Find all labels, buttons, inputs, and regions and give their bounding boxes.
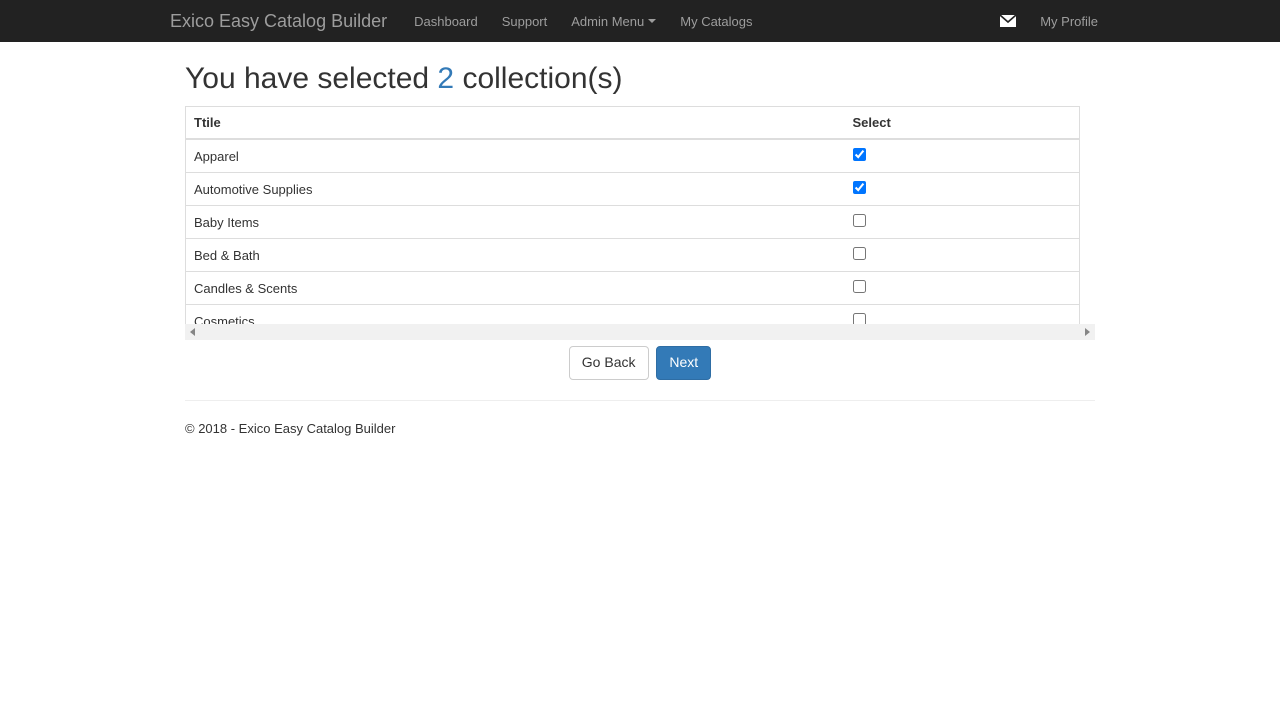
select-checkbox[interactable] bbox=[853, 214, 866, 227]
table-row: Cosmetics bbox=[186, 305, 1080, 325]
nav-support[interactable]: Support bbox=[490, 14, 560, 29]
envelope-icon bbox=[1000, 15, 1016, 27]
nav-my-profile[interactable]: My Profile bbox=[1028, 14, 1110, 29]
footer-text: © 2018 - Exico Easy Catalog Builder bbox=[185, 421, 1095, 436]
main-container: You have selected 2 collection(s) Ttile … bbox=[170, 62, 1110, 436]
nav-my-catalogs[interactable]: My Catalogs bbox=[668, 14, 764, 29]
th-select: Select bbox=[845, 107, 1080, 140]
table-row: Baby Items bbox=[186, 206, 1080, 239]
select-checkbox[interactable] bbox=[853, 247, 866, 260]
th-title: Ttile bbox=[186, 107, 845, 140]
select-checkbox[interactable] bbox=[853, 280, 866, 293]
brand-link[interactable]: Exico Easy Catalog Builder bbox=[170, 11, 402, 32]
cell-select bbox=[845, 139, 1080, 173]
select-checkbox[interactable] bbox=[853, 313, 866, 324]
table-row: Apparel bbox=[186, 139, 1080, 173]
page-title-prefix: You have selected bbox=[185, 62, 437, 95]
table-row: Automotive Supplies bbox=[186, 173, 1080, 206]
page-title-suffix: collection(s) bbox=[454, 62, 622, 95]
nav-admin-menu-label: Admin Menu bbox=[571, 14, 644, 29]
collections-table: Ttile Select ApparelAutomotive SuppliesB… bbox=[185, 106, 1080, 324]
table-row: Candles & Scents bbox=[186, 272, 1080, 305]
table-scroll-content[interactable]: Ttile Select ApparelAutomotive SuppliesB… bbox=[185, 106, 1095, 324]
table-row: Bed & Bath bbox=[186, 239, 1080, 272]
cell-select bbox=[845, 206, 1080, 239]
cell-select bbox=[845, 173, 1080, 206]
table-scroll-frame: Ttile Select ApparelAutomotive SuppliesB… bbox=[185, 106, 1095, 324]
cell-title: Bed & Bath bbox=[186, 239, 845, 272]
cell-title: Automotive Supplies bbox=[186, 173, 845, 206]
select-checkbox[interactable] bbox=[853, 148, 866, 161]
next-button[interactable]: Next bbox=[656, 346, 711, 380]
go-back-button[interactable]: Go Back bbox=[569, 346, 649, 380]
cell-select bbox=[845, 272, 1080, 305]
cell-title: Baby Items bbox=[186, 206, 845, 239]
nav-messages[interactable] bbox=[988, 15, 1028, 27]
select-checkbox[interactable] bbox=[853, 181, 866, 194]
nav-dashboard[interactable]: Dashboard bbox=[402, 14, 490, 29]
page-title: You have selected 2 collection(s) bbox=[185, 62, 1095, 96]
cell-title: Candles & Scents bbox=[186, 272, 845, 305]
navbar: Exico Easy Catalog Builder Dashboard Sup… bbox=[0, 0, 1280, 42]
cell-select bbox=[845, 305, 1080, 325]
divider bbox=[185, 400, 1095, 401]
caret-down-icon bbox=[648, 19, 656, 23]
cell-select bbox=[845, 239, 1080, 272]
cell-title: Apparel bbox=[186, 139, 845, 173]
cell-title: Cosmetics bbox=[186, 305, 845, 325]
page-title-count: 2 bbox=[437, 62, 454, 95]
horizontal-scrollbar[interactable] bbox=[185, 324, 1095, 340]
nav-admin-menu[interactable]: Admin Menu bbox=[559, 14, 668, 29]
button-row: Go Back Next bbox=[185, 346, 1095, 380]
